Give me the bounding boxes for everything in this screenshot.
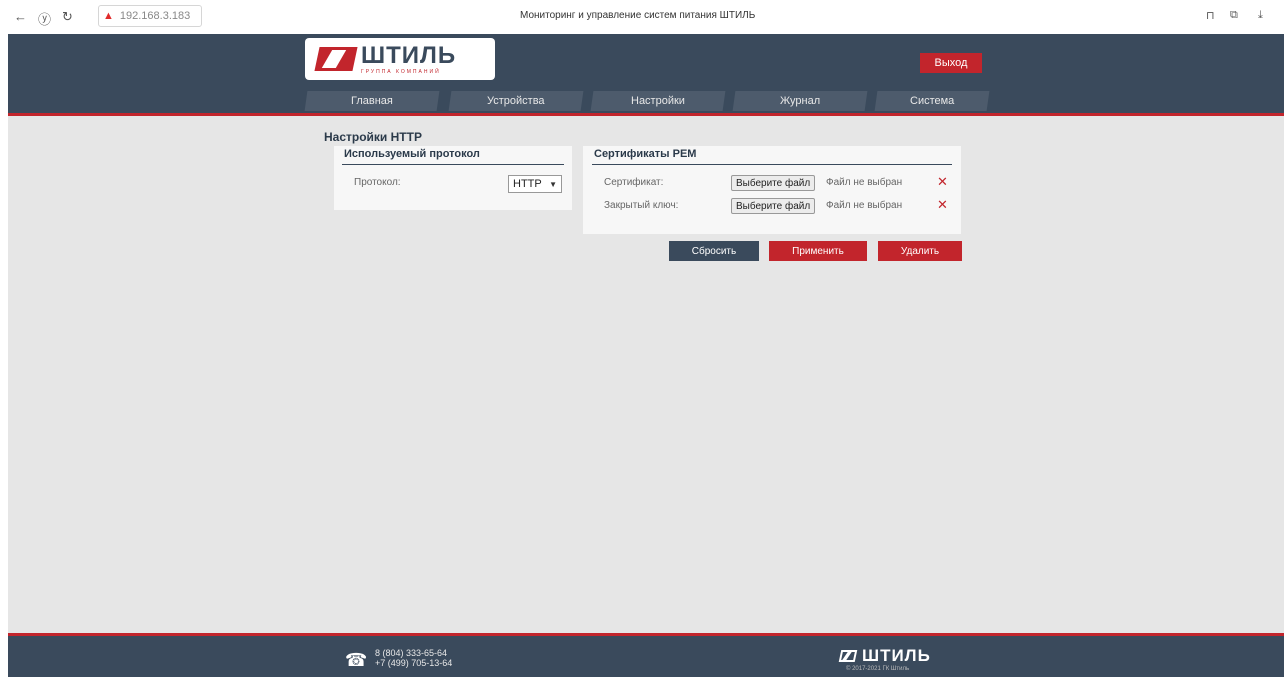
tab-journal[interactable]: Журнал xyxy=(732,91,868,111)
key-choose-file-button[interactable]: Выберите файл xyxy=(731,198,816,214)
logo-name: ШТИЛЬ xyxy=(361,41,457,69)
logo-subtitle: ГРУППА КОМПАНИЙ xyxy=(361,68,441,75)
protocol-panel-divider xyxy=(342,164,564,165)
footer-logo-mark-icon xyxy=(838,650,858,662)
cert-remove-icon[interactable]: ✕ xyxy=(937,174,948,190)
phone-number-2: +7 (499) 705-13-64 xyxy=(375,658,453,668)
pem-panel-divider xyxy=(592,164,952,165)
address-bar[interactable]: ▲ 192.168.3.183 xyxy=(98,5,202,27)
protocol-select-value: HTTP xyxy=(513,178,542,190)
protocol-panel-title: Используемый протокол xyxy=(344,148,480,160)
page-title: Настройки HTTP xyxy=(324,130,422,144)
company-logo[interactable]: ШТИЛЬ ГРУППА КОМПАНИЙ xyxy=(305,38,495,80)
phone-numbers: 8 (804) 333-65-64 +7 (499) 705-13-64 xyxy=(375,648,452,668)
back-arrow-icon[interactable]: ← xyxy=(14,9,27,24)
app-header: ШТИЛЬ ГРУППА КОМПАНИЙ Выход Главная Устр… xyxy=(8,34,1284,116)
pem-panel-title: Сертификаты PEM xyxy=(594,148,697,160)
footer-logo-name: ШТИЛЬ xyxy=(862,646,931,665)
tab-home[interactable]: Главная xyxy=(304,91,440,111)
app-frame: ШТИЛЬ ГРУППА КОМПАНИЙ Выход Главная Устр… xyxy=(8,34,1284,677)
protocol-label: Протокол: xyxy=(354,177,401,188)
logo-mark-icon xyxy=(314,47,358,71)
footer-copyright: © 2017-2021 ГК Штиль xyxy=(846,666,910,672)
apply-button[interactable]: Применить xyxy=(769,241,867,261)
download-icon[interactable]: ⤓ xyxy=(1258,9,1263,22)
yandex-icon[interactable]: ⓨ xyxy=(38,9,51,28)
tab-devices[interactable]: Устройства xyxy=(448,91,584,111)
cert-choose-file-button[interactable]: Выберите файл xyxy=(731,175,816,191)
cert-file-status: Файл не выбран xyxy=(826,177,903,188)
tab-settings[interactable]: Настройки xyxy=(590,91,726,111)
key-file-status: Файл не выбран xyxy=(826,200,903,211)
reset-button[interactable]: Сбросить xyxy=(669,241,759,261)
phone-number-1: 8 (804) 333-65-64 xyxy=(375,648,448,658)
main-nav: Главная Устройства Настройки Журнал Сист… xyxy=(300,91,992,111)
bookmark-icon[interactable]: ⊓ xyxy=(1206,9,1215,22)
key-label: Закрытый ключ: xyxy=(604,200,679,211)
chevron-down-icon: ▼ xyxy=(549,179,557,189)
key-remove-icon[interactable]: ✕ xyxy=(937,197,948,213)
cert-label: Сертификат: xyxy=(604,177,664,188)
browser-tab-title: Мониторинг и управление систем питания Ш… xyxy=(520,10,756,21)
url-text: 192.168.3.183 xyxy=(119,10,191,22)
phone-icon: ☎ xyxy=(345,650,368,670)
logout-button[interactable]: Выход xyxy=(920,53,982,73)
reader-mode-icon[interactable]: ⧉ xyxy=(1230,9,1238,22)
tab-system[interactable]: Система xyxy=(874,91,990,111)
warning-icon: ▲ xyxy=(103,10,114,22)
app-footer: ☎ 8 (804) 333-65-64 +7 (499) 705-13-64 Ш… xyxy=(8,633,1284,677)
browser-toolbar: ← ⓨ ↻ ▲ 192.168.3.183 Мониторинг и управ… xyxy=(0,0,1284,34)
footer-logo: ШТИЛЬ xyxy=(838,646,931,666)
protocol-select[interactable]: HTTP ▼ xyxy=(508,175,562,193)
delete-button[interactable]: Удалить xyxy=(878,241,962,261)
reload-icon[interactable]: ↻ xyxy=(62,9,73,25)
